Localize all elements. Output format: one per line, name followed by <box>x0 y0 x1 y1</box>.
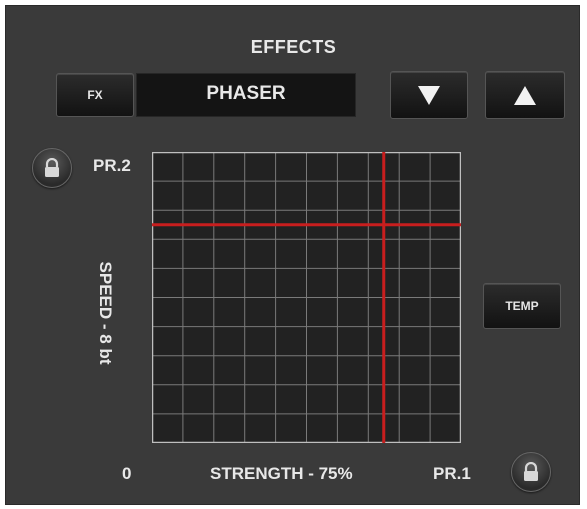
triangle-up-icon <box>514 85 536 105</box>
x-preset-label: PR.1 <box>433 464 471 483</box>
lock-y-button[interactable] <box>32 148 72 188</box>
effect-name-display: PHASER <box>136 73 356 117</box>
x-axis-label: STRENGTH - 75% <box>210 464 353 483</box>
xy-pad-grid[interactable] <box>151 151 462 444</box>
previous-effect-button[interactable] <box>390 71 468 119</box>
fx-button[interactable]: FX <box>56 73 134 117</box>
lock-icon <box>45 158 59 177</box>
y-preset-label: PR.2 <box>93 156 131 175</box>
panel-title: EFFECTS <box>250 37 337 57</box>
xy-pad[interactable] <box>151 151 462 444</box>
triangle-down-icon <box>418 85 440 105</box>
next-effect-button[interactable] <box>485 71 565 119</box>
temp-button[interactable]: TEMP <box>483 283 561 329</box>
y-axis-label: SPEED - 8 bt <box>96 261 115 365</box>
lock-icon <box>524 462 538 481</box>
lock-x-button[interactable] <box>511 452 551 492</box>
x-min-label: 0 <box>122 464 132 483</box>
